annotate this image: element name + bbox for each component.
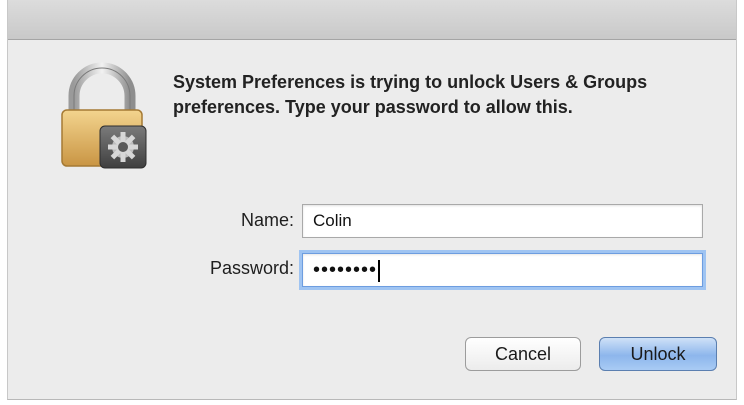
name-field[interactable] — [302, 204, 703, 238]
password-mask: •••••••• — [313, 259, 378, 281]
dialog-message: System Preferences is trying to unlock U… — [173, 72, 648, 117]
unlock-button[interactable]: Unlock — [599, 337, 717, 371]
lock-icon — [61, 62, 147, 169]
name-label: Name: — [240, 210, 294, 230]
unlock-dialog: System Preferences is trying to unlock U… — [7, 0, 737, 400]
cancel-button[interactable]: Cancel — [465, 337, 581, 371]
dialog-titlebar[interactable] — [8, 0, 736, 40]
text-caret — [378, 259, 381, 282]
password-label: Password: — [209, 258, 294, 278]
password-field[interactable]: •••••••• — [302, 253, 703, 287]
